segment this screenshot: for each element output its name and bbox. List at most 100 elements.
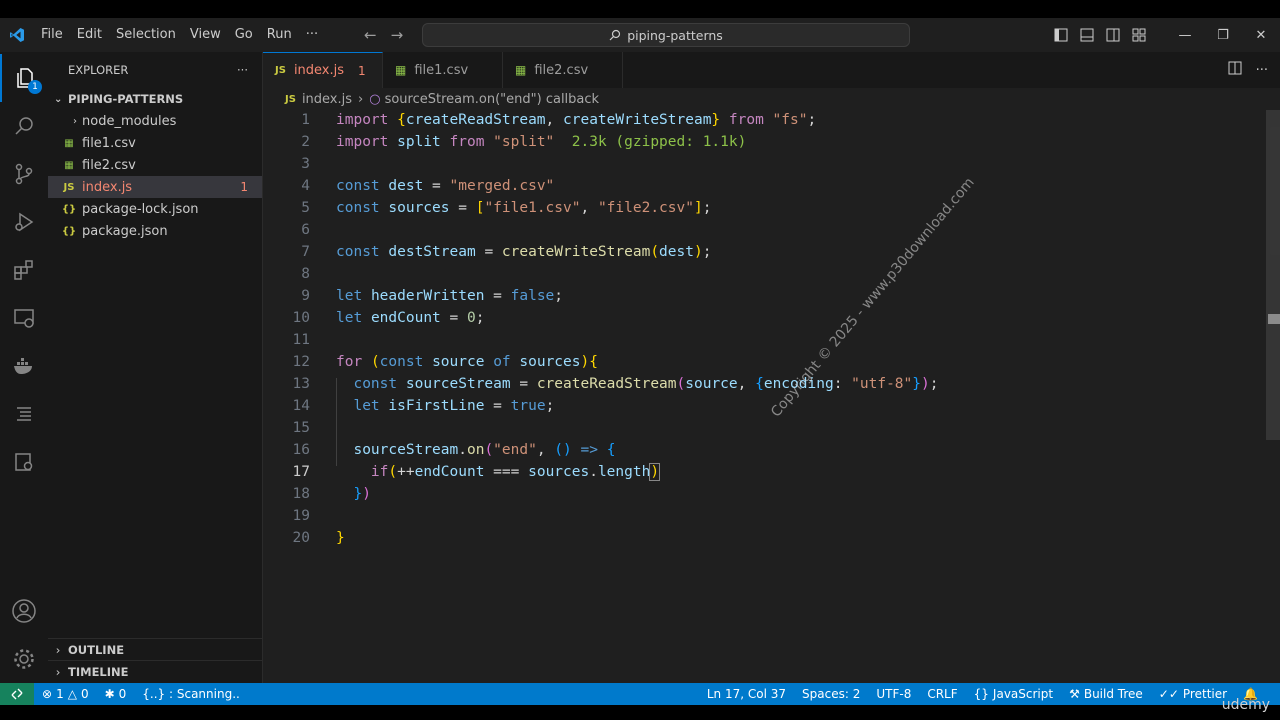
toggle-secondary-sidebar-icon[interactable] <box>1100 18 1126 52</box>
menu-edit[interactable]: Edit <box>70 18 109 52</box>
split-editor-icon[interactable] <box>1228 61 1242 79</box>
title-bar: File Edit Selection View Go Run ··· ← → … <box>0 18 1280 52</box>
tab-file2-csv[interactable]: ▦ file2.csv <box>503 52 623 88</box>
timeline-list-icon[interactable] <box>0 390 48 438</box>
braces-icon: {} <box>973 687 989 701</box>
code-line: 2 import split from "split" 2.3k (gzipped… <box>301 134 747 150</box>
cursor-position[interactable]: Ln 17, Col 37 <box>699 687 794 701</box>
explorer-more-icon[interactable]: ··· <box>237 63 248 77</box>
minimize-icon[interactable]: — <box>1166 18 1204 52</box>
outline-section[interactable]: › OUTLINE <box>48 638 262 661</box>
docker-icon[interactable] <box>0 342 48 390</box>
code-line: 20} <box>292 530 345 546</box>
check-double-icon: ✓✓ <box>1158 687 1179 701</box>
tab-label: index.js <box>293 63 345 78</box>
tree-item-file1-csv[interactable]: ▦ file1.csv <box>48 132 262 154</box>
tab-label: file1.csv <box>414 62 469 78</box>
menu-go[interactable]: Go <box>228 18 260 52</box>
timeline-section[interactable]: › TIMELINE <box>48 660 262 683</box>
chevron-right-icon: › <box>55 665 61 679</box>
code-editor[interactable]: 1 import {createReadStream, createWriteSt… <box>263 109 1263 609</box>
code-line: 1 import {createReadStream, createWriteSt… <box>301 112 817 128</box>
forward-arrow-icon[interactable]: → <box>391 26 404 44</box>
customize-layout-icon[interactable] <box>1126 18 1152 52</box>
close-icon[interactable]: ✕ <box>1242 18 1280 52</box>
remote-explorer-icon[interactable] <box>0 294 48 342</box>
menu-view[interactable]: View <box>183 18 228 52</box>
menu-file[interactable]: File <box>34 18 70 52</box>
code-line: 13 const sourceStream = createReadStream… <box>292 376 939 392</box>
ports-indicator[interactable]: ✱ 0 <box>97 687 135 701</box>
tab-file1-csv[interactable]: ▦ file1.csv <box>383 52 503 88</box>
tab-index-js[interactable]: JS index.js 1 <box>263 52 383 88</box>
breadcrumb-file[interactable]: index.js <box>302 92 352 107</box>
tree-item-file2-csv[interactable]: ▦ file2.csv <box>48 154 262 176</box>
file-encoding[interactable]: UTF-8 <box>868 687 919 701</box>
toggle-panel-icon[interactable] <box>1074 18 1100 52</box>
explorer-icon[interactable]: 1 <box>0 54 48 102</box>
tree-label: package.json <box>82 223 168 239</box>
chevron-right-icon: › <box>73 115 77 127</box>
vertical-scrollbar[interactable] <box>1266 110 1280 440</box>
minimap-slider[interactable] <box>1268 314 1280 324</box>
code-line: 15 <box>292 420 310 436</box>
explorer-title: EXPLORER <box>68 63 129 77</box>
explorer-badge: 1 <box>28 80 42 94</box>
tree-item-package-lock-json[interactable]: {} package-lock.json <box>48 198 262 220</box>
tree-label: file2.csv <box>82 157 136 173</box>
code-line: 19 <box>292 508 310 524</box>
code-line: 14 let isFirstLine = true; <box>292 398 555 414</box>
code-line: 11 <box>292 332 310 348</box>
extensions-icon[interactable] <box>0 246 48 294</box>
toggle-primary-sidebar-icon[interactable] <box>1048 18 1074 52</box>
js-file-icon: JS <box>275 65 286 76</box>
search-activity-icon[interactable] <box>0 102 48 150</box>
build-tree[interactable]: ⚒ Build Tree <box>1061 687 1151 701</box>
menu-more[interactable]: ··· <box>299 18 325 52</box>
json-file-icon: {} <box>61 225 77 237</box>
command-center-search[interactable]: piping-patterns <box>422 23 910 47</box>
folder-header[interactable]: ⌄ PIPING-PATTERNS <box>48 88 262 110</box>
back-arrow-icon[interactable]: ← <box>364 26 377 44</box>
scanning-status[interactable]: {..} : Scanning.. <box>134 687 248 701</box>
activity-bar: 1 <box>0 52 49 683</box>
editor-more-icon[interactable]: ··· <box>1256 63 1268 78</box>
search-icon <box>609 29 621 41</box>
code-line: 16 sourceStream.on("end", () => { <box>292 442 616 458</box>
chevron-down-icon: ⌄ <box>54 93 63 105</box>
manage-gear-icon[interactable] <box>0 635 48 683</box>
js-file-icon: JS <box>285 93 296 105</box>
tree-label: index.js <box>82 179 133 195</box>
tab-error-count: 1 <box>358 63 366 78</box>
run-debug-icon[interactable] <box>0 198 48 246</box>
language-mode[interactable]: {} JavaScript <box>966 687 1061 701</box>
indentation[interactable]: Spaces: 2 <box>794 687 868 701</box>
source-control-icon[interactable] <box>0 150 48 198</box>
error-icon: ⊗ <box>42 687 53 701</box>
csv-file-icon: ▦ <box>515 63 527 77</box>
remote-indicator-icon[interactable] <box>0 683 34 705</box>
tree-item-node-modules[interactable]: › node_modules <box>48 110 262 132</box>
csv-file-icon: ▦ <box>395 63 407 77</box>
tree-item-package-json[interactable]: {} package.json <box>48 220 262 242</box>
language-label: JavaScript <box>992 687 1054 701</box>
accounts-icon[interactable] <box>0 587 48 635</box>
build-tree-label: Build Tree <box>1083 687 1143 701</box>
problems-indicator[interactable]: ⊗ 1 △ 0 <box>34 687 97 701</box>
tree-label: file1.csv <box>82 135 136 151</box>
outline-label: OUTLINE <box>68 643 125 657</box>
code-line: 3 <box>301 156 310 172</box>
breadcrumb-symbol[interactable]: sourceStream.on("end") callback <box>385 92 600 107</box>
test-settings-icon[interactable] <box>0 438 48 486</box>
csv-file-icon: ▦ <box>64 159 74 171</box>
tree-item-index-js[interactable]: JS index.js 1 <box>48 176 262 198</box>
line-endings[interactable]: CRLF <box>919 687 965 701</box>
menu-selection[interactable]: Selection <box>109 18 183 52</box>
antenna-icon: ✱ <box>104 687 115 701</box>
restore-icon[interactable]: ❐ <box>1204 18 1242 52</box>
udemy-logo: udemy <box>1221 697 1270 713</box>
code-line: 7 const destStream = createWriteStream(de… <box>301 244 712 260</box>
code-line: 4 const dest = "merged.csv" <box>301 178 555 194</box>
menu-run[interactable]: Run <box>260 18 299 52</box>
folder-name: PIPING-PATTERNS <box>68 92 184 106</box>
